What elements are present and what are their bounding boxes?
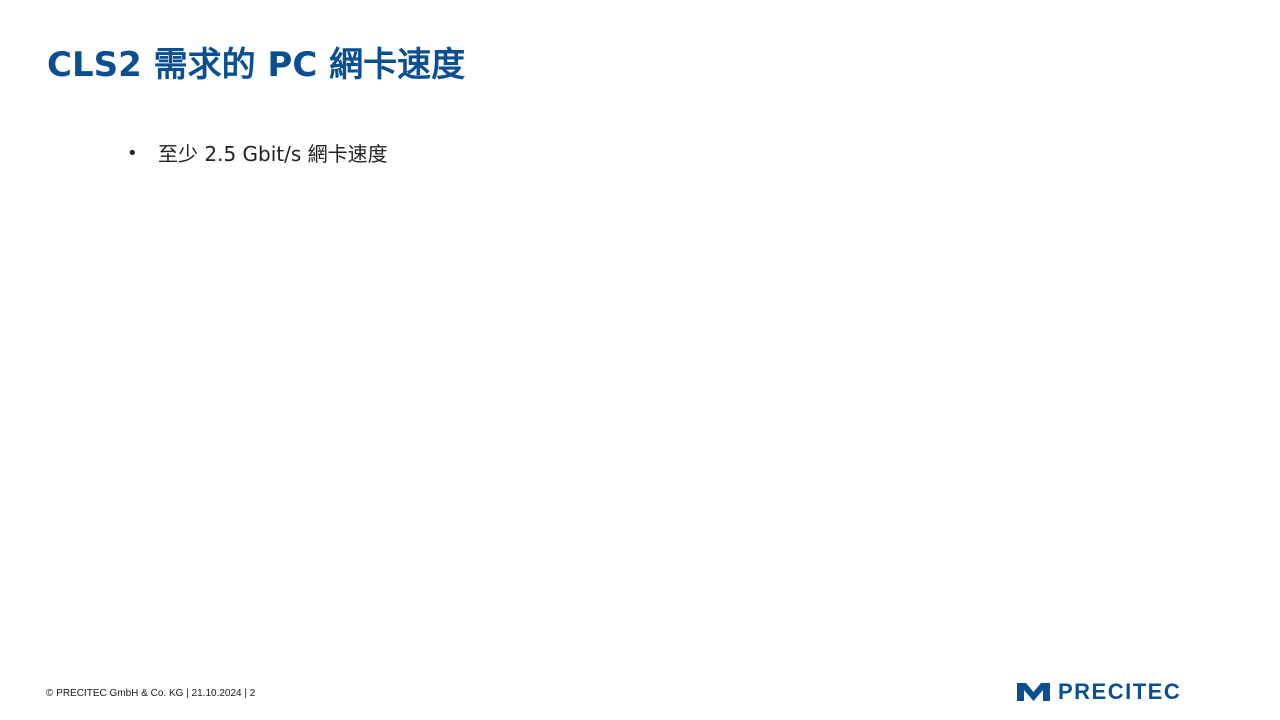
precitec-logo-mark-icon [1017,683,1050,701]
slide: CLS2 需求的 PC 網卡速度 • 至少 2.5 Gbit/s 網卡速度 © … [0,0,1280,720]
footer-copyright: © PRECITEC GmbH & Co. KG | 21.10.2024 | … [46,688,256,699]
bullet-marker: • [127,143,138,164]
slide-title: CLS2 需求的 PC 網卡速度 [47,45,466,85]
bullet-list: • 至少 2.5 Gbit/s 網卡速度 [127,140,388,168]
bullet-item: • 至少 2.5 Gbit/s 網卡速度 [127,140,388,168]
precitec-logo-text: PRECITEC [1058,679,1182,704]
bullet-text: 至少 2.5 Gbit/s 網卡速度 [158,142,388,166]
precitec-logo: PRECITEC [1017,679,1182,704]
